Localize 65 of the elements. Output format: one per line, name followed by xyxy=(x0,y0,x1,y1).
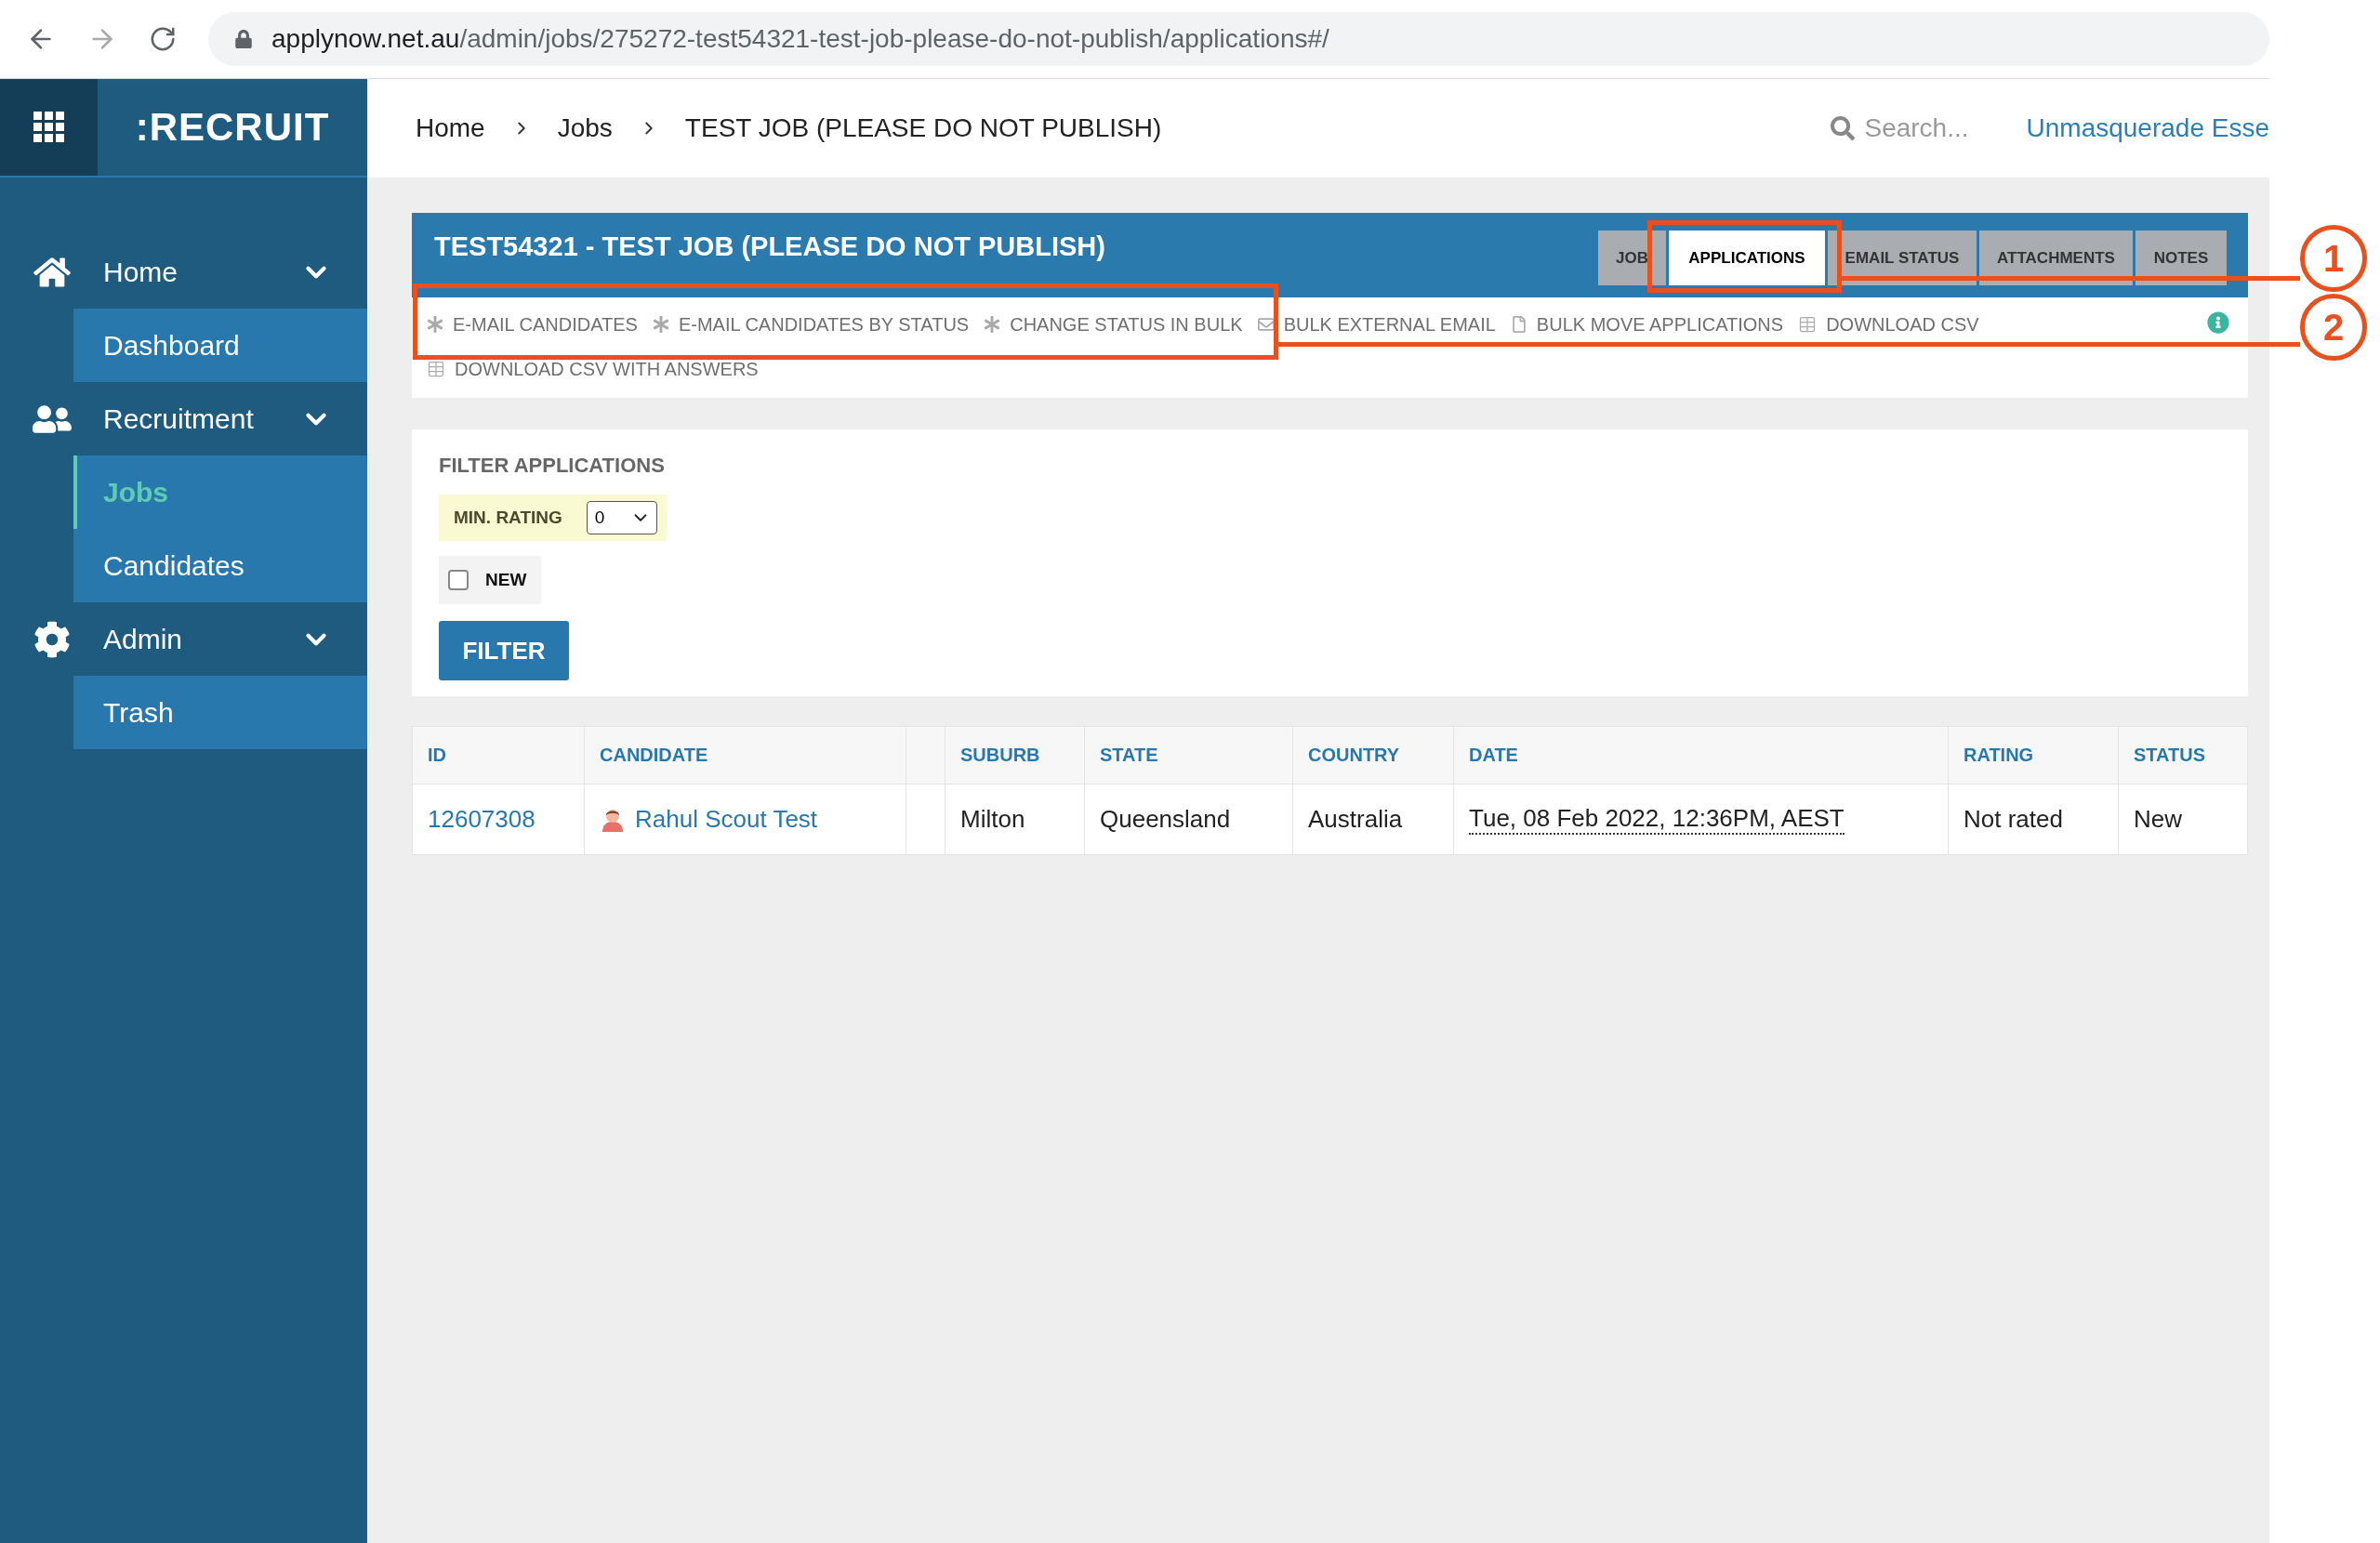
url-text: applynow.net.au/admin/jobs/275272-test54321-test-job-please-do-not-publish/applications#/ xyxy=(271,24,1329,54)
callout-number: 1 xyxy=(2300,225,2367,292)
address-bar[interactable]: applynow.net.au/admin/jobs/275272-test54321-test-job-please-do-not-publish/applications#/ xyxy=(208,12,2269,66)
gear-icon xyxy=(33,620,71,658)
candidate-link[interactable]: Rahul Scout Test xyxy=(635,805,818,834)
toolbar-action[interactable]: BULK MOVE APPLICATIONS xyxy=(1510,311,1784,337)
table-icon xyxy=(427,360,445,378)
column-header: STATE xyxy=(1085,727,1293,785)
nav-section[interactable]: Admin xyxy=(0,602,367,676)
tab[interactable]: NOTES xyxy=(2135,231,2227,285)
table-cell: Australia xyxy=(1293,785,1454,854)
filter-heading: FILTER APPLICATIONS xyxy=(439,454,665,478)
toolbar-action[interactable]: E-MAIL CANDIDATES xyxy=(427,311,638,337)
new-checkbox[interactable] xyxy=(448,570,469,590)
nav-item[interactable]: Candidates xyxy=(73,529,367,602)
asterisk-icon xyxy=(427,316,443,333)
toolbar-action[interactable]: E-MAIL CANDIDATES BY STATUS xyxy=(652,311,970,337)
filter-button[interactable]: FILTER xyxy=(439,621,569,680)
apps-grid-icon xyxy=(33,112,65,143)
nav-item[interactable]: Dashboard xyxy=(73,309,367,382)
new-label: NEW xyxy=(485,570,527,590)
nav-item[interactable]: Trash xyxy=(73,676,367,749)
column-header: STATUS xyxy=(2119,727,2248,785)
toolbar-action[interactable]: BULK EXTERNAL EMAIL xyxy=(1257,311,1496,337)
column-header: CANDIDATE xyxy=(585,727,906,785)
info-icon[interactable] xyxy=(2207,311,2229,334)
tab[interactable]: APPLICATIONS xyxy=(1669,231,1825,285)
min-rating-label: MIN. RATING xyxy=(454,508,562,528)
tab[interactable]: JOB xyxy=(1598,231,1666,285)
tab[interactable]: ATTACHMENTS xyxy=(1979,231,2133,285)
toolbar-action[interactable]: DOWNLOAD CSV WITH ANSWERS xyxy=(427,356,759,382)
column-header: DATE xyxy=(1454,727,1949,785)
document-icon xyxy=(1510,316,1527,333)
logo: :RECRUIT xyxy=(134,104,331,151)
breadcrumb-link[interactable]: TEST JOB (PLEASE DO NOT PUBLISH) xyxy=(684,113,1162,143)
reload-icon[interactable] xyxy=(149,25,177,53)
column-header: SUBURB xyxy=(945,727,1085,785)
callout-number: 2 xyxy=(2300,294,2367,361)
date-text: Tue, 08 Feb 2022, 12:36PM, AEST xyxy=(1469,804,1844,835)
table-cell: Milton xyxy=(945,785,1085,854)
envelope-icon xyxy=(1257,316,1275,333)
nav-section[interactable]: Recruitment xyxy=(0,382,367,455)
tab[interactable]: EMAIL STATUS xyxy=(1828,231,1977,285)
breadcrumb-link[interactable]: Home xyxy=(416,113,485,143)
asterisk-icon xyxy=(984,316,1001,333)
apps-button[interactable] xyxy=(0,79,98,176)
column-header: COUNTRY xyxy=(1293,727,1454,785)
search-field[interactable]: Search... xyxy=(1831,113,1969,143)
breadcrumb-link[interactable]: Jobs xyxy=(557,113,613,143)
toolbar-action[interactable]: CHANGE STATUS IN BULK xyxy=(984,311,1243,337)
table-cell: Queensland xyxy=(1085,785,1293,854)
asterisk-icon xyxy=(652,316,669,333)
nav-section[interactable]: Home xyxy=(0,235,367,309)
column-header: RATING xyxy=(1949,727,2119,785)
unmasquerade-link[interactable]: Unmasquerade Esse xyxy=(2026,113,2269,143)
search-icon xyxy=(1831,116,1856,140)
table-icon xyxy=(1798,315,1818,334)
lock-icon xyxy=(234,30,253,48)
min-rating-select[interactable]: 0 xyxy=(586,501,657,534)
table-cell: New xyxy=(2119,785,2248,854)
column-header: ID xyxy=(413,727,585,785)
toolbar-action[interactable]: DOWNLOAD CSV xyxy=(1798,311,1979,337)
table-cell: Not rated xyxy=(1949,785,2119,854)
application-id-link[interactable]: 12607308 xyxy=(428,805,536,834)
job-title: TEST54321 - TEST JOB (PLEASE DO NOT PUBLISH) xyxy=(434,231,1105,262)
